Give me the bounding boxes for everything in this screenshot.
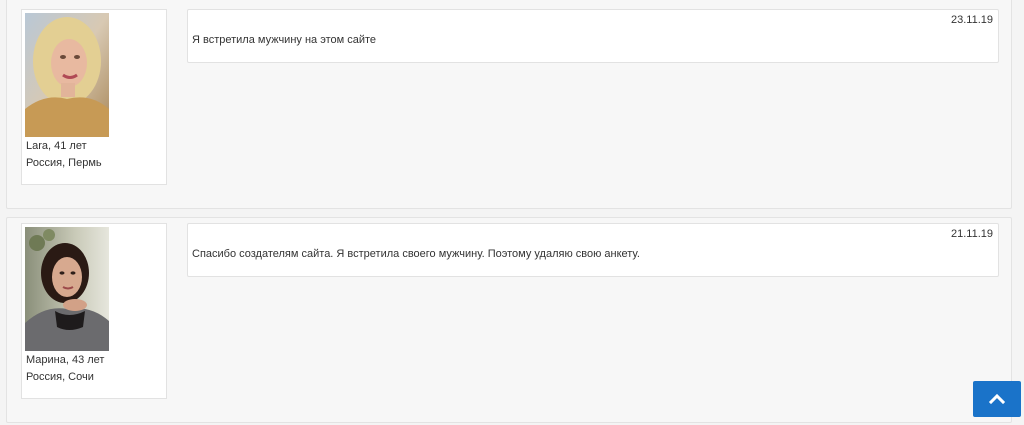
- user-name-age: Lara, 41 лет: [26, 140, 87, 152]
- scroll-to-top-button[interactable]: [973, 381, 1021, 417]
- review-card: Марина, 43 лет Россия, Сочи 21.11.19 Спа…: [6, 217, 1012, 423]
- review-text: Я встретила мужчину на этом сайте: [192, 34, 377, 46]
- user-location: Россия, Пермь: [26, 157, 102, 169]
- chevron-up-icon: [989, 393, 1005, 405]
- review-message: 21.11.19 Спасибо создателям сайта. Я вст…: [187, 223, 999, 277]
- profile-box: Марина, 43 лет Россия, Сочи: [21, 223, 167, 399]
- user-name-age: Марина, 43 лет: [26, 354, 105, 366]
- user-photo-image: [25, 13, 109, 137]
- review-message: 23.11.19 Я встретила мужчину на этом сай…: [187, 9, 999, 63]
- user-photo[interactable]: [25, 13, 109, 137]
- user-photo-image: [25, 227, 109, 351]
- review-text: Спасибо создателям сайта. Я встретила св…: [192, 248, 640, 260]
- profile-box: Lara, 41 лет Россия, Пермь: [21, 9, 167, 185]
- user-location: Россия, Сочи: [26, 371, 94, 383]
- review-date: 21.11.19: [950, 228, 993, 240]
- user-photo[interactable]: [25, 227, 109, 351]
- review-date: 23.11.19: [950, 14, 993, 26]
- review-card: Lara, 41 лет Россия, Пермь 23.11.19 Я вс…: [6, 0, 1012, 209]
